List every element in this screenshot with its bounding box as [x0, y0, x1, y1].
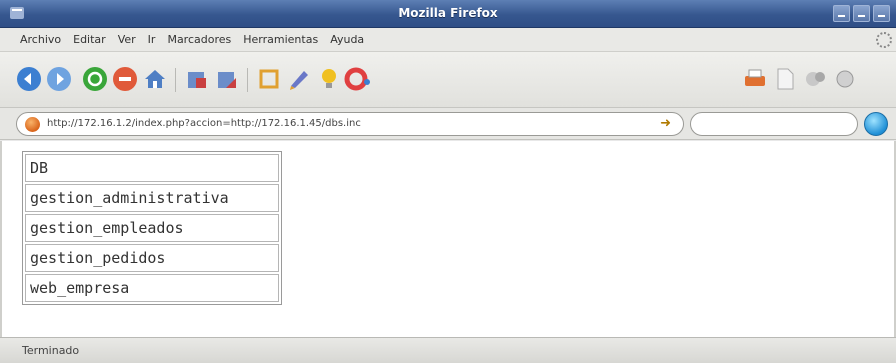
home-icon[interactable] — [142, 66, 168, 92]
maximize-button[interactable] — [853, 5, 870, 22]
menu-ir[interactable]: Ir — [142, 33, 162, 46]
settings-icon[interactable] — [832, 66, 858, 92]
table-cell: web_empresa — [25, 274, 279, 302]
table-row: gestion_pedidos — [25, 244, 279, 272]
table-cell: DB — [25, 154, 279, 182]
print-icon[interactable] — [742, 66, 768, 92]
db-table: DB gestion_administrativa gestion_emplea… — [22, 151, 282, 305]
url-text[interactable]: http://172.16.1.2/index.php?accion=http:… — [47, 118, 361, 129]
search-button-icon[interactable] — [864, 112, 888, 136]
reload-icon[interactable] — [82, 66, 108, 92]
table-cell: gestion_administrativa — [25, 184, 279, 212]
page-content: DB gestion_administrativa gestion_emplea… — [0, 141, 896, 337]
menu-marcadores[interactable]: Marcadores — [161, 33, 237, 46]
minimize-button[interactable] — [833, 5, 850, 22]
menu-archivo[interactable]: Archivo — [14, 33, 67, 46]
page-icon[interactable] — [772, 66, 798, 92]
stop-icon[interactable] — [112, 66, 138, 92]
throbber-icon — [876, 32, 892, 48]
tools-icon[interactable] — [802, 66, 828, 92]
menu-herramientas[interactable]: Herramientas — [237, 33, 324, 46]
address-field[interactable]: http://172.16.1.2/index.php?accion=http:… — [16, 112, 684, 136]
site-icon — [25, 117, 40, 132]
bookmarks-icon[interactable] — [184, 66, 210, 92]
window-title: Mozilla Firefox — [398, 6, 498, 20]
extension-icon[interactable] — [256, 66, 282, 92]
table-row: web_empresa — [25, 274, 279, 302]
navigation-toolbar — [0, 52, 896, 108]
status-text: Terminado — [22, 344, 80, 357]
menu-ayuda[interactable]: Ayuda — [324, 33, 370, 46]
window-titlebar: Mozilla Firefox — [0, 0, 896, 28]
edit-icon[interactable] — [286, 66, 312, 92]
address-toolbar: http://172.16.1.2/index.php?accion=http:… — [0, 108, 896, 140]
menu-editar[interactable]: Editar — [67, 33, 112, 46]
menu-ver[interactable]: Ver — [112, 33, 142, 46]
search-input[interactable] — [690, 112, 858, 136]
table-row: gestion_empleados — [25, 214, 279, 242]
table-row: gestion_administrativa — [25, 184, 279, 212]
back-icon[interactable] — [16, 66, 42, 92]
table-cell: gestion_pedidos — [25, 244, 279, 272]
forward-icon[interactable] — [46, 66, 72, 92]
history-icon[interactable] — [214, 66, 240, 92]
status-bar: Terminado — [0, 337, 896, 363]
go-arrow-icon[interactable]: ➜ — [660, 116, 671, 131]
bulb-icon[interactable] — [316, 66, 342, 92]
menu-bar: Archivo Editar Ver Ir Marcadores Herrami… — [0, 28, 896, 52]
lifebuoy-icon[interactable] — [344, 66, 370, 92]
table-row: DB — [25, 154, 279, 182]
close-button[interactable] — [873, 5, 890, 22]
table-cell: gestion_empleados — [25, 214, 279, 242]
